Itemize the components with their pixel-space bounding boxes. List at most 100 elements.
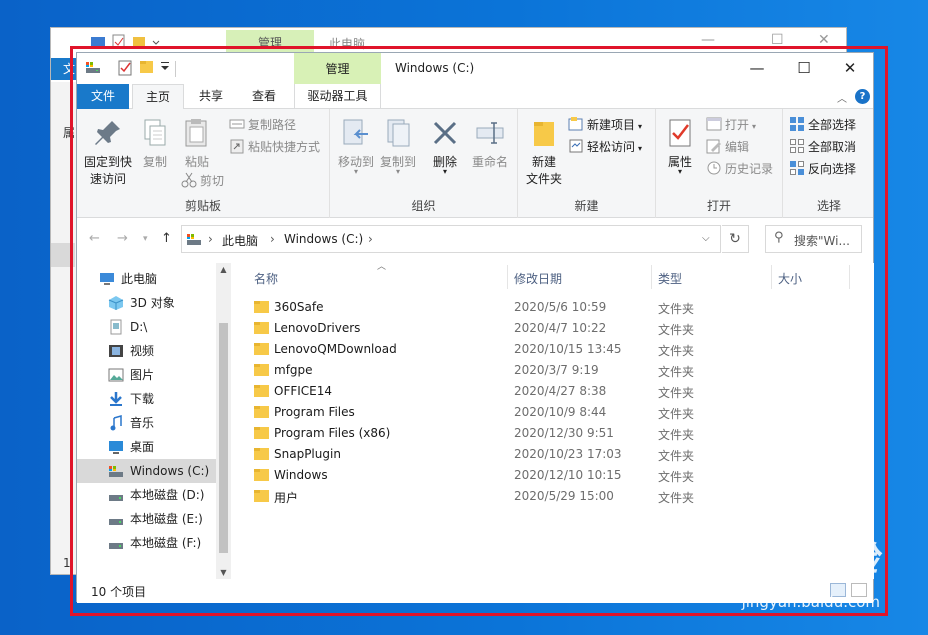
nav-item[interactable]: 下载 — [77, 387, 217, 411]
breadcrumb-chevron-icon: › — [270, 232, 275, 246]
nav-item[interactable]: 此电脑 — [77, 267, 217, 291]
file-row[interactable]: 360Safe 2020/5/6 10:59 文件夹 — [232, 297, 874, 318]
nav-item[interactable]: 3D 对象 — [77, 291, 217, 315]
file-name: LenovoDrivers — [274, 321, 361, 335]
folder-icon — [254, 489, 269, 502]
properties-quick-icon[interactable] — [117, 59, 133, 80]
drive-title-icon — [85, 59, 101, 78]
nav-item[interactable]: 本地磁盘 (F:) — [77, 531, 217, 555]
tab-share[interactable]: 共享 — [187, 84, 235, 109]
properties-button[interactable]: 属性 ▾ — [660, 117, 700, 176]
file-type: 文件夹 — [658, 449, 695, 463]
paste-button[interactable]: 粘贴 — [175, 117, 219, 170]
refresh-button[interactable]: ↻ — [722, 225, 749, 253]
history-button[interactable]: 历史记录 — [706, 159, 773, 179]
cut-button[interactable]: 剪切 — [181, 171, 224, 191]
nav-item[interactable]: 图片 — [77, 363, 217, 387]
invert-selection-button[interactable]: 反向选择 — [789, 159, 856, 179]
help-icon[interactable]: ? — [855, 89, 870, 104]
column-size[interactable]: 大小 — [778, 270, 802, 287]
file-row[interactable]: 用户 2020/5/29 15:00 文件夹 — [232, 486, 874, 507]
file-row[interactable]: Windows 2020/12/10 10:15 文件夹 — [232, 465, 874, 486]
select-none-button[interactable]: 全部取消 — [789, 137, 856, 157]
edit-icon — [706, 138, 722, 154]
column-separator[interactable] — [507, 265, 508, 289]
close-button[interactable]: ✕ — [827, 53, 873, 84]
nav-scrollbar[interactable]: ▲ ▼ — [216, 263, 231, 579]
delete-button[interactable]: 删除 ▾ — [428, 117, 462, 176]
select-all-button[interactable]: 全部选择 — [789, 115, 856, 135]
breadcrumb-this-pc[interactable]: 此电脑 — [222, 232, 258, 249]
quick-access-separator — [175, 61, 176, 77]
background-maximize-icon: ☐ — [771, 32, 784, 48]
column-separator[interactable] — [771, 265, 772, 289]
scroll-up-icon[interactable]: ▲ — [216, 265, 231, 274]
tab-home[interactable]: 主页 — [132, 84, 184, 110]
ribbon-tab-bar: 文件 主页 共享 查看 驱动器工具 ︿ ? — [77, 84, 873, 110]
copy-button[interactable]: 复制 — [137, 117, 173, 170]
copy-to-button[interactable]: 复制到 ▾ — [378, 117, 418, 176]
new-folder-quick-icon[interactable] — [139, 59, 155, 78]
file-row[interactable]: LenovoDrivers 2020/4/7 10:22 文件夹 — [232, 318, 874, 339]
nav-item[interactable]: D:\ — [77, 315, 217, 339]
column-date[interactable]: 修改日期 — [514, 270, 562, 287]
nav-item[interactable]: 桌面 — [77, 435, 217, 459]
nav-scroll-thumb[interactable] — [219, 323, 228, 553]
background-quick-access — [91, 34, 171, 53]
file-row[interactable]: mfgpe 2020/3/7 9:19 文件夹 — [232, 360, 874, 381]
new-folder-icon — [528, 117, 560, 149]
nav-item[interactable]: 视频 — [77, 339, 217, 363]
column-separator[interactable] — [849, 265, 850, 289]
address-dropdown-icon[interactable]: ⌵ — [702, 233, 710, 244]
new-folder-button[interactable]: 新建 文件夹 — [522, 117, 566, 187]
file-row[interactable]: Program Files (x86) 2020/12/30 9:51 文件夹 — [232, 423, 874, 444]
file-row[interactable]: Program Files 2020/10/9 8:44 文件夹 — [232, 402, 874, 423]
ribbon-collapse-icon[interactable]: ︿ — [837, 90, 847, 105]
paste-shortcut-button[interactable]: 粘贴快捷方式 — [229, 137, 320, 157]
edit-button[interactable]: 编辑 — [706, 137, 749, 157]
forward-arrow-icon[interactable]: → — [117, 231, 128, 246]
customize-quick-access-icon[interactable] — [160, 61, 170, 76]
address-bar[interactable]: › 此电脑 › Windows (C:) › ⌵ — [181, 225, 721, 253]
file-name: Program Files (x86) — [274, 426, 391, 440]
pin-quick-access-button[interactable]: 固定到快 速访问 — [81, 117, 135, 187]
recent-locations-icon[interactable]: ▾ — [143, 234, 148, 244]
file-name: Windows — [274, 468, 328, 482]
tab-file[interactable]: 文件 — [77, 84, 129, 109]
scroll-down-icon[interactable]: ▼ — [216, 568, 231, 577]
tab-view[interactable]: 查看 — [239, 84, 289, 109]
column-separator[interactable] — [651, 265, 652, 289]
file-row[interactable]: LenovoQMDownload 2020/10/15 13:45 文件夹 — [232, 339, 874, 360]
select-all-icon — [789, 116, 805, 132]
manage-context-tab[interactable]: 管理 — [294, 53, 381, 84]
nav-item[interactable]: 本地磁盘 (E:) — [77, 507, 217, 531]
breadcrumb-drive[interactable]: Windows (C:) — [284, 232, 363, 246]
nav-item[interactable]: 音乐 — [77, 411, 217, 435]
new-item-button[interactable]: 新建项目 ▾ — [568, 115, 642, 135]
rename-button[interactable]: 重命名 — [468, 117, 512, 170]
tab-drive-tools[interactable]: 驱动器工具 — [294, 84, 381, 109]
back-arrow-icon[interactable]: ← — [89, 231, 100, 246]
nav-item[interactable]: Windows (C:) — [77, 459, 217, 483]
file-row[interactable]: SnapPlugin 2020/10/23 17:03 文件夹 — [232, 444, 874, 465]
up-arrow-icon[interactable]: ↑ — [161, 231, 172, 246]
minimize-button[interactable]: — — [734, 53, 780, 84]
file-row[interactable]: OFFICE14 2020/4/27 8:38 文件夹 — [232, 381, 874, 402]
background-selected-nav — [51, 243, 75, 267]
column-type[interactable]: 类型 — [658, 270, 682, 287]
nav-item[interactable]: 本地磁盘 (D:) — [77, 483, 217, 507]
copy-icon — [139, 117, 171, 149]
item-count: 10 个项目 — [91, 585, 147, 599]
search-box[interactable]: ⚲ 搜索"Wi... — [765, 225, 862, 253]
file-name: Program Files — [274, 405, 355, 419]
maximize-button[interactable]: ☐ — [781, 53, 827, 84]
move-to-button[interactable]: 移动到 ▾ — [336, 117, 376, 176]
rename-label: 重命名 — [471, 155, 508, 169]
copy-path-button[interactable]: 复制路径 — [229, 115, 296, 135]
nav-item-label: 音乐 — [130, 416, 155, 430]
easy-access-button[interactable]: 轻松访问 ▾ — [568, 137, 642, 157]
video-icon — [108, 343, 124, 359]
column-name[interactable]: 名称 — [254, 270, 278, 287]
disk-icon — [108, 511, 124, 527]
open-button[interactable]: 打开 ▾ — [706, 115, 756, 135]
